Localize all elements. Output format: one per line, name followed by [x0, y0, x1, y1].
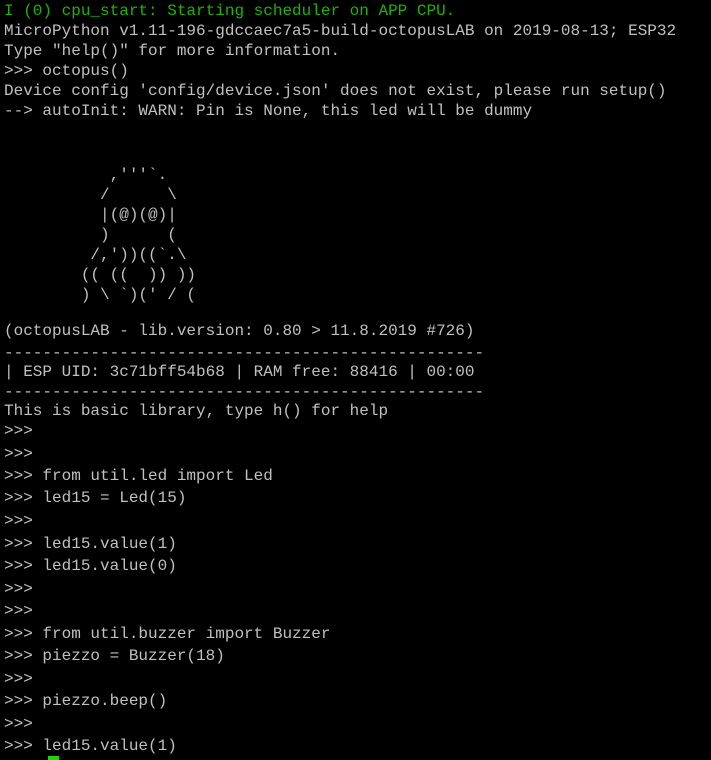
output-line: Device config 'config/device.json' does … — [4, 82, 667, 100]
library-version-line: (octopusLAB - lib.version: 0.80 > 11.8.2… — [4, 322, 475, 340]
micropython-banner: MicroPython v1.11-196-gdccaec7a5-build-o… — [4, 22, 677, 40]
prompt-line: >>> — [4, 670, 33, 688]
ascii-art-line: (( (( )) )) — [4, 266, 197, 284]
prompt-line: >>> — [4, 580, 33, 598]
ascii-art-line: ,'''`. — [4, 166, 168, 184]
prompt-line: >>> — [4, 512, 33, 530]
ascii-art-line: /,'))((`.\ — [4, 246, 187, 264]
prompt-line: >>> led15 = Led(15) — [4, 489, 187, 507]
prompt-line: >>> piezzo = Buzzer(18) — [4, 647, 225, 665]
prompt-line: >>> — [4, 445, 33, 463]
prompt-line: >>> — [4, 602, 33, 620]
ascii-art-line: ) \ `)(' / ( — [4, 286, 197, 304]
separator-line: ----------------------------------------… — [4, 344, 485, 362]
prompt-line: >>> piezzo.beep() — [4, 692, 168, 710]
ascii-art-line: |(@)(@)| — [4, 206, 177, 224]
current-input-line[interactable]: >>> led15.value(1) — [4, 736, 177, 756]
prompt-line: >>> — [4, 422, 33, 440]
text-cursor — [48, 756, 59, 760]
prompt-line: >>> led15.value(0) — [4, 557, 177, 575]
prompt-line: >>> — [4, 715, 33, 733]
boot-log-line: I (0) cpu_start: Starting scheduler on A… — [4, 2, 456, 20]
help-hint-line: Type "help()" for more information. — [4, 42, 341, 60]
prompt-line: >>> octopus() — [4, 62, 129, 80]
prompt-line: >>> led15.value(1) — [4, 535, 177, 553]
device-status-line: | ESP UID: 3c71bff54b68 | RAM free: 8841… — [4, 363, 475, 381]
separator-line: ----------------------------------------… — [4, 383, 485, 401]
ascii-art-line: ) ( — [4, 226, 177, 244]
prompt-line: >>> from util.buzzer import Buzzer — [4, 625, 331, 643]
prompt-line: >>> from util.led import Led — [4, 467, 273, 485]
ascii-art-line: / \ — [4, 186, 177, 204]
output-line: --> autoInit: WARN: Pin is None, this le… — [4, 102, 533, 120]
terminal-window[interactable]: I (0) cpu_start: Starting scheduler on A… — [0, 0, 711, 760]
output-line: This is basic library, type h() for help — [4, 402, 389, 420]
